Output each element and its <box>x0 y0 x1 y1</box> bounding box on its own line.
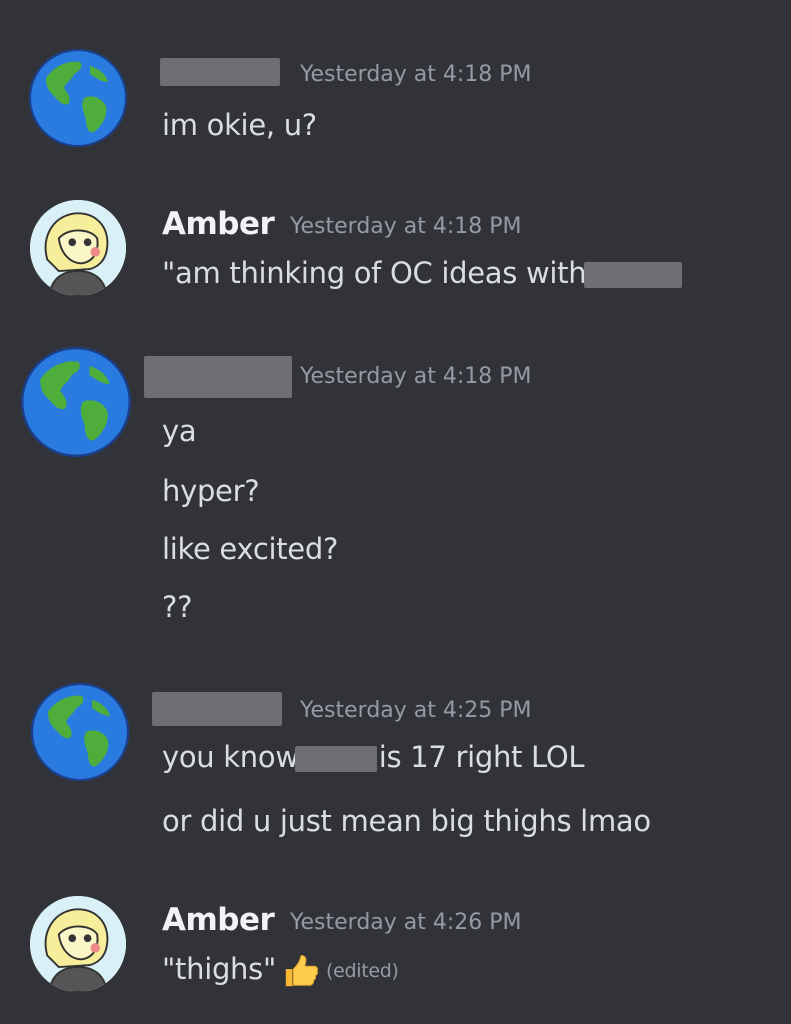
drawn-character-avatar-icon <box>30 896 126 992</box>
timestamp: Yesterday at 4:26 PM <box>290 910 522 935</box>
message-text-part: "thighs" <box>162 952 276 986</box>
message-group: Amber Yesterday at 4:26 PM "thighs" (edi… <box>0 0 791 1024</box>
thumbs-up-icon <box>282 952 320 990</box>
message-text: "thighs" (edited) <box>162 952 399 990</box>
amber-avatar[interactable] <box>30 896 126 992</box>
edited-label: (edited) <box>325 960 399 982</box>
author-name[interactable]: Amber <box>162 902 275 938</box>
